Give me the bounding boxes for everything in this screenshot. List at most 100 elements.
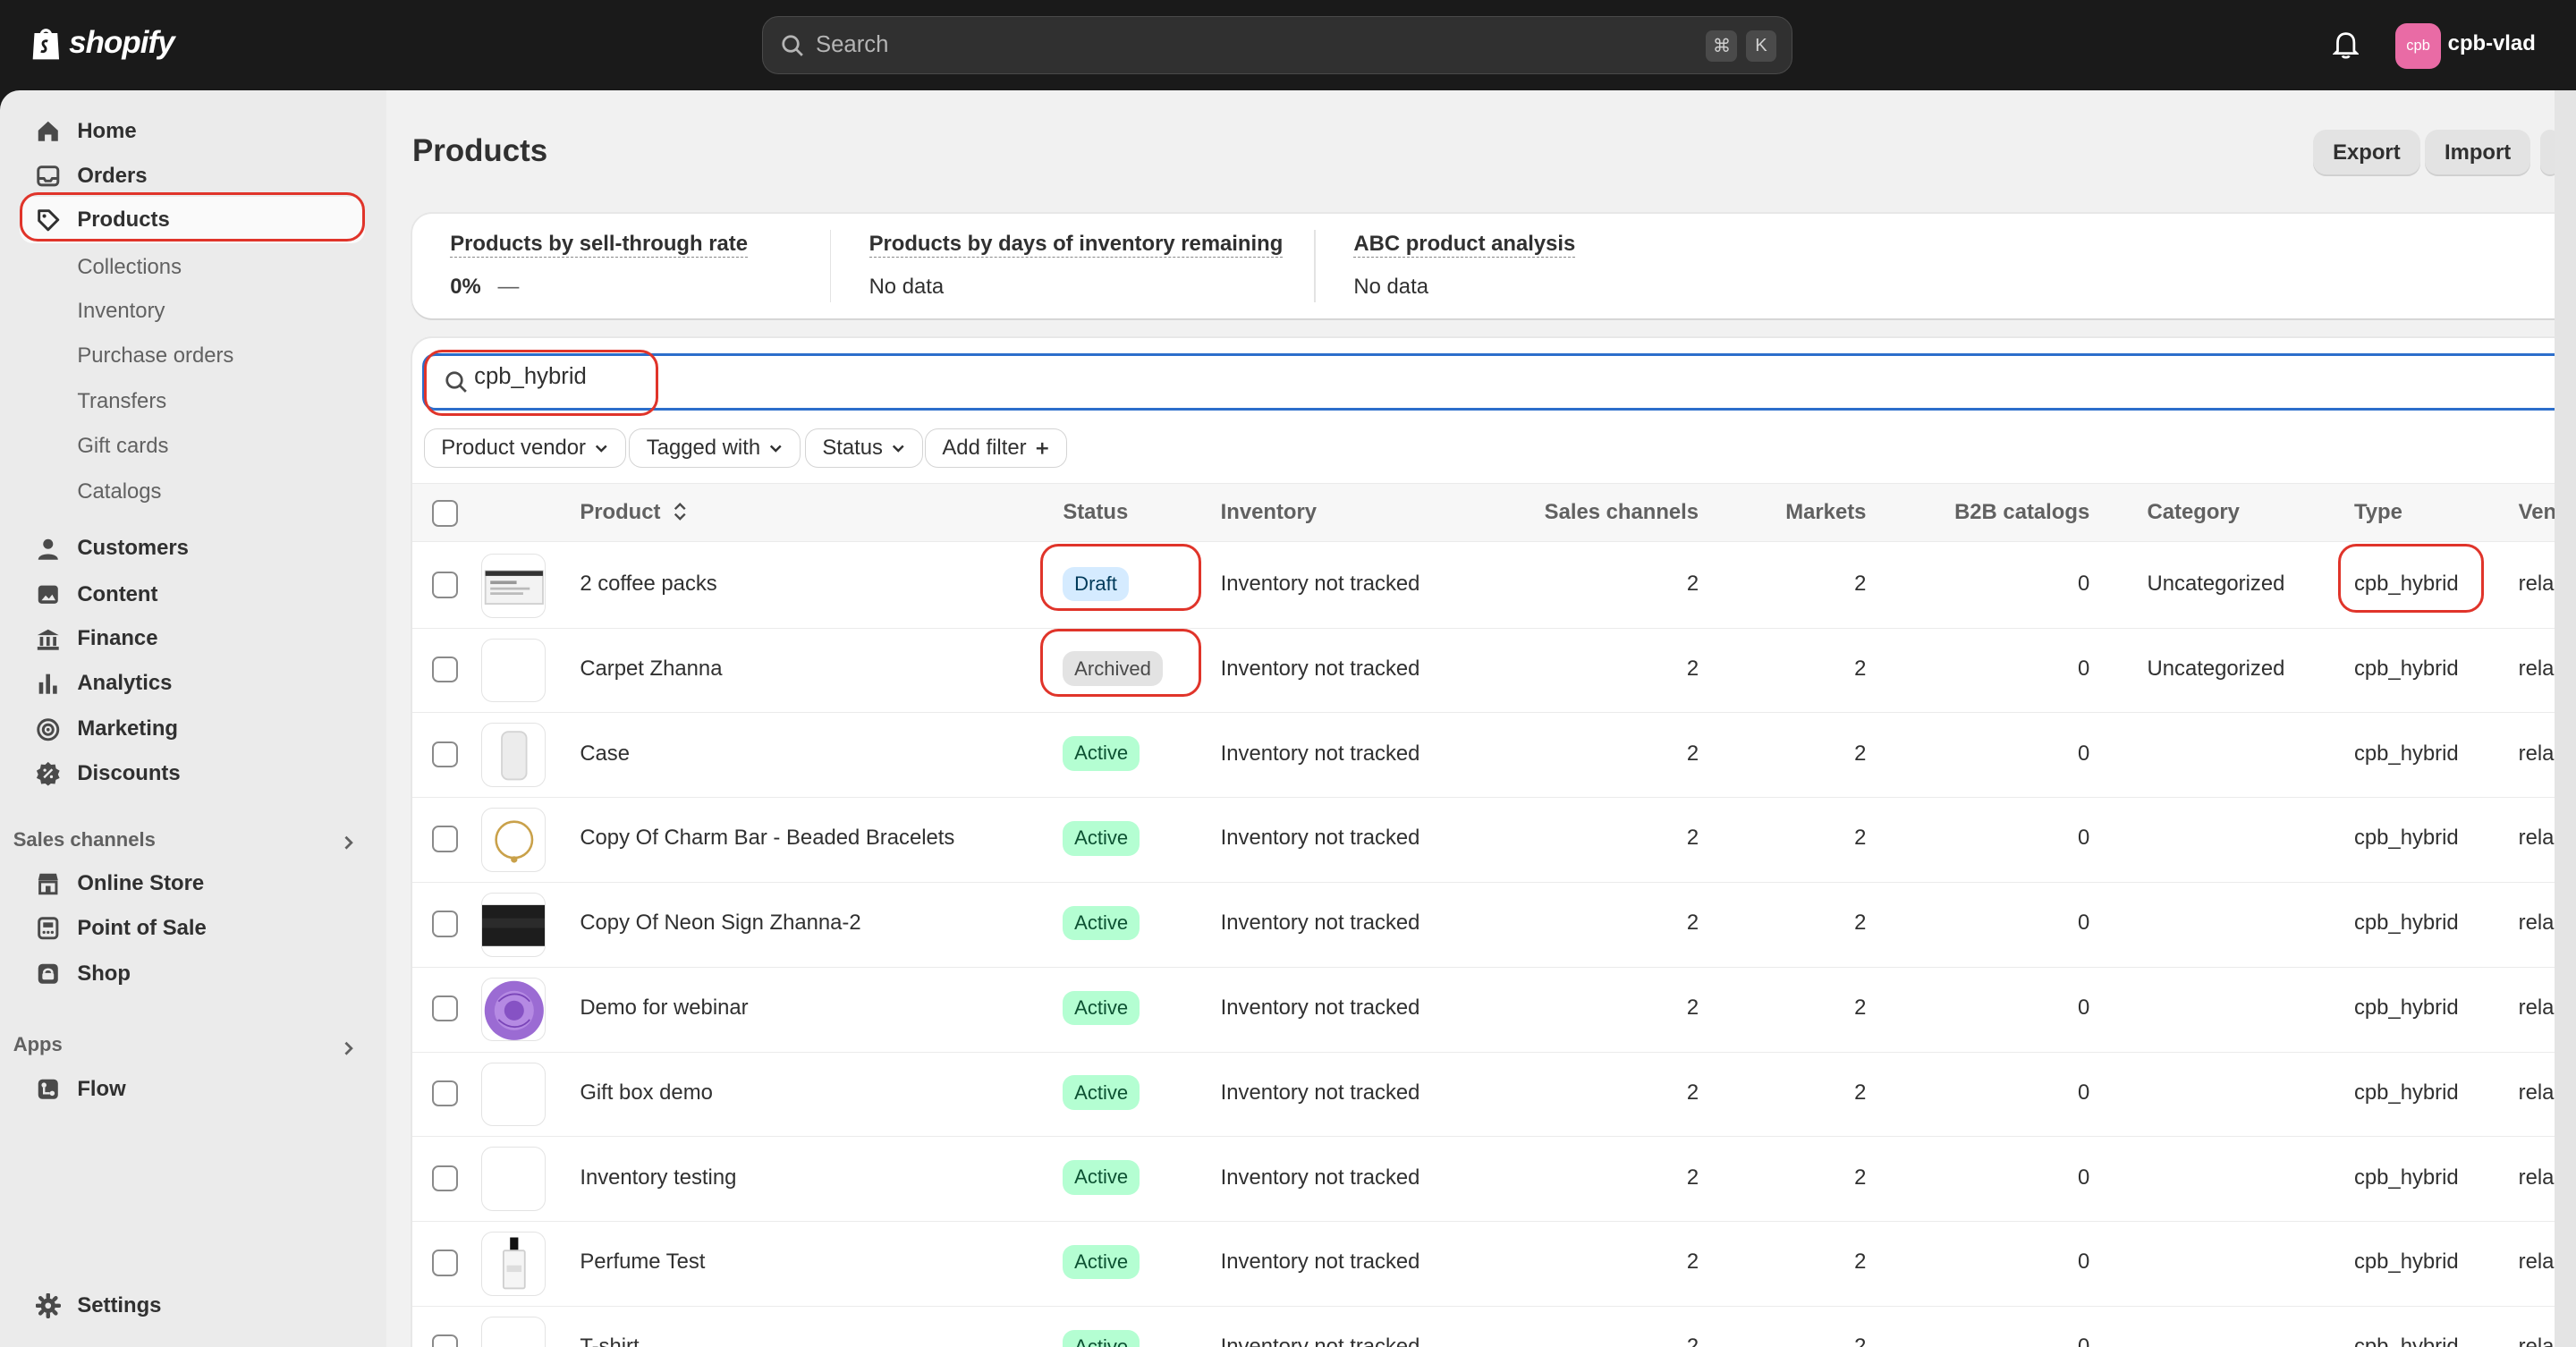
chevron-right-icon[interactable] — [340, 834, 356, 851]
sort-icon[interactable] — [673, 501, 688, 522]
product-name[interactable]: Carpet Zhanna — [580, 657, 722, 682]
global-search[interactable]: Search ⌘ K — [762, 16, 1792, 74]
table-row[interactable]: Gift box demo Active Inventory not track… — [411, 1053, 2576, 1138]
nav-collections[interactable]: Collections — [77, 255, 182, 280]
product-name[interactable]: T-shirt — [580, 1334, 639, 1347]
table-row[interactable]: Inventory testing Active Inventory not t… — [411, 1137, 2576, 1223]
nav-flow[interactable]: Flow — [20, 1066, 365, 1112]
gear-icon — [36, 1293, 61, 1318]
col-b2b-catalogs: B2B catalogs — [1954, 500, 2090, 525]
sales-channels-cell: 2 — [1686, 1250, 1699, 1275]
product-name[interactable]: Case — [580, 741, 630, 767]
metric-value: 0% — [450, 274, 481, 299]
product-thumbnail[interactable] — [481, 808, 546, 872]
product-thumbnail[interactable] — [481, 723, 546, 788]
vendor-cell: rela — [2518, 995, 2555, 1021]
b2b-catalogs-cell: 0 — [2077, 911, 2090, 936]
nav-settings[interactable]: Settings — [20, 1283, 365, 1328]
col-product[interactable]: Product — [580, 500, 688, 525]
sales-channels-heading[interactable]: Sales channels — [13, 828, 156, 851]
row-checkbox[interactable] — [432, 741, 459, 768]
row-checkbox[interactable] — [432, 826, 459, 852]
export-button[interactable]: Export — [2313, 130, 2420, 176]
nav-finance-label: Finance — [77, 626, 158, 651]
table-row[interactable]: Copy Of Neon Sign Zhanna-2 Active Invent… — [411, 883, 2576, 968]
table-row[interactable]: Case Active Inventory not tracked 2 2 0 … — [411, 713, 2576, 799]
nav-shop[interactable]: Shop — [20, 951, 365, 996]
product-thumbnail[interactable] — [481, 977, 546, 1042]
nav-analytics[interactable]: Analytics — [20, 660, 365, 706]
product-thumbnail[interactable] — [481, 638, 546, 703]
product-thumbnail[interactable] — [481, 1147, 546, 1211]
table-row[interactable]: Perfume Test Active Inventory not tracke… — [411, 1222, 2576, 1307]
row-checkbox[interactable] — [432, 995, 459, 1022]
table-row[interactable]: 2 coffee packs Draft Inventory not track… — [411, 544, 2576, 629]
chevron-right-icon[interactable] — [340, 1040, 356, 1056]
shopify-logo[interactable]: shopify — [30, 23, 175, 63]
product-name[interactable]: Gift box demo — [580, 1080, 713, 1106]
row-checkbox[interactable] — [432, 1165, 459, 1191]
row-checkbox[interactable] — [432, 1080, 459, 1107]
import-button[interactable]: Import — [2424, 130, 2531, 176]
sales-channels-cell: 2 — [1686, 572, 1699, 597]
sales-channels-cell: 2 — [1686, 1165, 1699, 1190]
nav-point-of-sale[interactable]: Point of Sale — [20, 905, 365, 951]
nav-analytics-label: Analytics — [77, 671, 173, 696]
nav-home[interactable]: Home — [20, 108, 365, 154]
nav-content[interactable]: Content — [20, 572, 365, 617]
product-name[interactable]: Copy Of Charm Bar - Beaded Bracelets — [580, 826, 954, 851]
row-checkbox[interactable] — [432, 911, 459, 937]
apps-heading[interactable]: Apps — [13, 1033, 63, 1056]
store-avatar[interactable]: cpb — [2394, 22, 2442, 70]
product-thumbnail[interactable] — [481, 893, 546, 957]
type-cell: cpb_hybrid — [2353, 911, 2459, 936]
table-row[interactable]: Carpet Zhanna Archived Inventory not tra… — [411, 629, 2576, 714]
product-thumbnail[interactable] — [481, 1316, 546, 1347]
metric-title: Products by sell-through rate — [450, 231, 748, 258]
col-markets: Markets — [1785, 500, 1867, 525]
nav-discounts[interactable]: Discounts — [20, 750, 365, 796]
table-row[interactable]: T-shirt Active Inventory not tracked 2 2… — [412, 1307, 2576, 1347]
product-thumbnail[interactable] — [481, 1232, 546, 1296]
type-cell: cpb_hybrid — [2353, 1334, 2459, 1347]
select-all-checkbox[interactable] — [432, 500, 459, 527]
product-search-input[interactable] — [474, 364, 968, 391]
nav-inventory[interactable]: Inventory — [77, 299, 165, 324]
product-thumbnail[interactable] — [481, 553, 546, 618]
type-cell: cpb_hybrid — [2353, 1165, 2459, 1190]
nav-products[interactable]: Products — [20, 197, 365, 243]
filter-product-vendor[interactable]: Product vendor — [423, 428, 627, 469]
notifications-bell-icon[interactable] — [2333, 30, 2360, 59]
filter-tagged-with[interactable]: Tagged with — [629, 428, 801, 469]
product-thumbnail[interactable] — [481, 1062, 546, 1127]
table-row[interactable]: Copy Of Charm Bar - Beaded Bracelets Act… — [411, 798, 2576, 884]
table-header: Product Status Inventory Sales channels … — [411, 482, 2576, 543]
filter-status[interactable]: Status — [804, 428, 923, 469]
add-filter-button[interactable]: Add filter — [925, 428, 1067, 469]
nav-finance[interactable]: Finance — [20, 616, 365, 662]
type-cell: cpb_hybrid — [2353, 741, 2459, 766]
product-name[interactable]: Perfume Test — [580, 1250, 705, 1275]
product-name[interactable]: Inventory testing — [580, 1165, 736, 1190]
row-checkbox[interactable] — [432, 572, 459, 598]
product-name[interactable]: 2 coffee packs — [580, 572, 716, 597]
table-row[interactable]: Demo for webinar Active Inventory not tr… — [411, 968, 2576, 1053]
nav-catalogs[interactable]: Catalogs — [77, 479, 161, 504]
nav-orders[interactable]: Orders — [20, 153, 365, 199]
nav-online-store[interactable]: Online Store — [20, 860, 365, 906]
nav-customers[interactable]: Customers — [20, 526, 365, 572]
filter-chip-label: Status — [822, 436, 883, 461]
product-search-field[interactable] — [422, 352, 2575, 411]
nav-purchase-orders[interactable]: Purchase orders — [77, 343, 233, 369]
row-checkbox[interactable] — [432, 1334, 459, 1347]
b2b-catalogs-cell: 0 — [2077, 1334, 2090, 1347]
product-name[interactable]: Demo for webinar — [580, 995, 748, 1021]
row-checkbox[interactable] — [432, 1250, 459, 1276]
nav-marketing[interactable]: Marketing — [20, 707, 365, 752]
store-name[interactable]: cpb-vlad — [2448, 31, 2536, 56]
row-checkbox[interactable] — [432, 656, 459, 683]
product-name[interactable]: Copy Of Neon Sign Zhanna-2 — [580, 911, 860, 936]
nav-transfers[interactable]: Transfers — [77, 389, 166, 414]
markets-cell: 2 — [1854, 572, 1867, 597]
nav-gift-cards[interactable]: Gift cards — [77, 434, 168, 459]
